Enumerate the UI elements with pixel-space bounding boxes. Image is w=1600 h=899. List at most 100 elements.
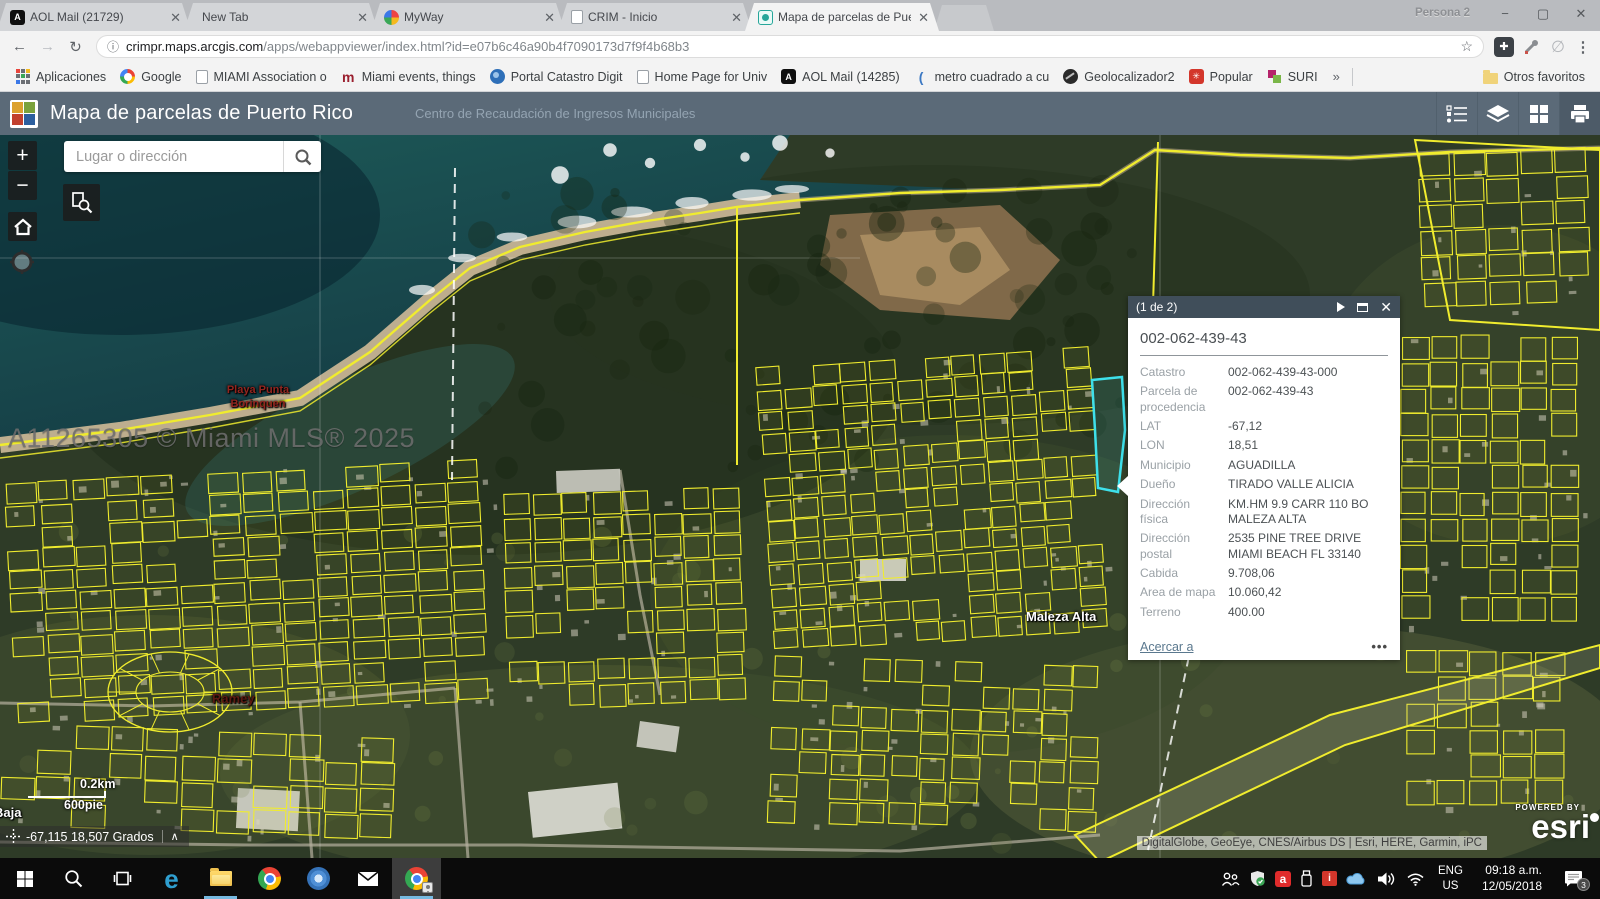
bookmark-label: Aplicaciones: [36, 70, 106, 84]
people-icon[interactable]: [1221, 871, 1240, 887]
parcel-popup: (1 de 2) ✕ 002-062-439-43 Catastro002-06…: [1128, 296, 1400, 660]
browser-tab[interactable]: MyWay✕: [371, 3, 565, 31]
new-tab-button[interactable]: [934, 5, 994, 31]
edge-button[interactable]: e: [147, 858, 196, 899]
locate-button[interactable]: [9, 249, 35, 275]
bookmark-item[interactable]: ✳Popular: [1182, 66, 1260, 87]
zoom-out-button[interactable]: −: [8, 171, 37, 200]
bookmark-label: AOL Mail (14285): [802, 70, 900, 84]
map-canvas[interactable]: + − A11265305 © Miami MLS® 2025 Playa Pu…: [0, 135, 1600, 858]
bookmark-item[interactable]: Google: [113, 66, 188, 87]
search-button[interactable]: [283, 141, 321, 172]
windows-icon: [16, 870, 34, 888]
bookmark-item[interactable]: SURI: [1260, 66, 1325, 87]
usb-device-icon[interactable]: [1300, 870, 1313, 888]
popup-more-icon[interactable]: •••: [1371, 639, 1388, 654]
taskbar-clock[interactable]: 09:18 a.m. 12/05/2018: [1476, 863, 1548, 894]
popup-field-label: LAT: [1140, 419, 1228, 434]
myway-icon: [384, 10, 399, 25]
layers-button[interactable]: [1477, 92, 1518, 135]
print-button[interactable]: [1559, 92, 1600, 135]
page-icon: [637, 70, 649, 84]
start-button[interactable]: [0, 858, 49, 899]
chrome-button[interactable]: [245, 858, 294, 899]
avira-icon[interactable]: a: [1275, 871, 1291, 887]
search-input[interactable]: [64, 149, 283, 165]
onedrive-cloud-icon[interactable]: [1346, 871, 1368, 886]
bookmarks-bar: Aplicaciones GoogleMIAMI Association omMi…: [0, 62, 1600, 92]
bookmark-item[interactable]: Home Page for Univ: [630, 67, 775, 87]
app-header: Mapa de parcelas de Puerto Rico Centro d…: [0, 92, 1600, 135]
bookmark-item[interactable]: Portal Catastro Digit: [483, 66, 630, 87]
action-center-button[interactable]: 3: [1557, 870, 1590, 887]
extension-icon-dark[interactable]: ✚: [1492, 35, 1516, 59]
tab-close-icon[interactable]: ✕: [542, 11, 557, 24]
close-button[interactable]: ✕: [1562, 0, 1600, 27]
defender-icon[interactable]: [1249, 870, 1266, 887]
zoom-to-link[interactable]: Acercar a: [1140, 640, 1194, 654]
coordinates-chevron-icon[interactable]: ∧: [162, 830, 187, 843]
task-view-button[interactable]: [98, 858, 147, 899]
legend-button[interactable]: [1436, 92, 1477, 135]
bookmark-item[interactable]: (metro cuadrado a cu: [907, 66, 1057, 87]
popup-next-icon[interactable]: [1337, 302, 1345, 312]
m-icon: m: [341, 69, 356, 84]
bookmark-item[interactable]: Geolocalizador2: [1056, 66, 1181, 87]
browser-tab[interactable]: New Tab✕: [184, 3, 378, 31]
installer-icon[interactable]: i: [1322, 871, 1337, 886]
basemap-gallery-button[interactable]: [1518, 92, 1559, 135]
red-badge-icon: ✳: [1189, 69, 1204, 84]
bookmark-star-icon[interactable]: ☆: [1460, 38, 1473, 55]
browser-tab[interactable]: CRIM - Inicio✕: [558, 3, 752, 31]
mail-icon: [357, 871, 379, 887]
url-path: /apps/webappviewer/index.html?id=e07b6c4…: [263, 39, 1454, 54]
browser-tab[interactable]: Mapa de parcelas de Pue✕: [745, 3, 939, 31]
mail-button[interactable]: [343, 858, 392, 899]
address-bar[interactable]: ⓘ crimpr.maps.arcgis.com /apps/webappvie…: [96, 35, 1484, 58]
popup-maximize-icon[interactable]: [1357, 303, 1368, 312]
minimize-button[interactable]: −: [1486, 0, 1524, 27]
home-extent-button[interactable]: [8, 212, 37, 241]
language-indicator[interactable]: ENG US: [1434, 864, 1467, 893]
tab-close-icon[interactable]: ✕: [729, 11, 744, 24]
extension-icon-disabled[interactable]: ∅: [1546, 35, 1570, 59]
popup-field-value: AGUADILLA: [1228, 458, 1388, 473]
bookmark-item[interactable]: AAOL Mail (14285): [774, 66, 907, 87]
wifi-icon[interactable]: [1406, 871, 1425, 886]
volume-icon[interactable]: [1377, 871, 1397, 887]
popup-close-icon[interactable]: ✕: [1380, 300, 1392, 314]
browser-tab[interactable]: AAOL Mail (21729)✕: [0, 3, 191, 31]
file-explorer-button[interactable]: [196, 858, 245, 899]
chromium-button[interactable]: [294, 858, 343, 899]
maximize-button[interactable]: ▢: [1524, 0, 1562, 27]
zoom-in-button[interactable]: +: [8, 141, 37, 170]
forward-button[interactable]: →: [35, 34, 60, 59]
popup-divider: [1140, 355, 1388, 356]
edge-icon: e: [164, 866, 178, 892]
query-tool-button[interactable]: [63, 184, 100, 221]
extension-icon-satellite[interactable]: [1519, 35, 1543, 59]
tab-close-icon[interactable]: ✕: [168, 11, 183, 24]
browser-menu-icon[interactable]: ⋮: [1573, 38, 1593, 56]
tab-close-icon[interactable]: ✕: [355, 11, 370, 24]
reload-button[interactable]: ↻: [63, 34, 88, 59]
page-info-icon[interactable]: ⓘ: [107, 38, 119, 55]
chrome-profile-button[interactable]: [392, 858, 441, 899]
map-search: [64, 141, 321, 172]
tab-title: AOL Mail (21729): [30, 10, 163, 24]
back-button[interactable]: ←: [7, 34, 32, 59]
bookmark-item[interactable]: Aplicaciones: [8, 66, 113, 87]
taskbar-search-button[interactable]: [49, 858, 98, 899]
crosshair-icon[interactable]: [2, 829, 24, 844]
popup-field-row: Catastro002-062-439-43-000: [1140, 365, 1388, 380]
dark-globe-icon: [1063, 69, 1078, 84]
bookmark-item[interactable]: MIAMI Association o: [189, 67, 334, 87]
profile-name[interactable]: Persona 2: [1415, 7, 1470, 19]
bookmark-item[interactable]: mMiami events, things: [334, 66, 483, 87]
popup-field-value: TIRADO VALLE ALICIA: [1228, 477, 1388, 492]
bookmarks-overflow-chevron[interactable]: »: [1325, 69, 1348, 84]
popup-field-label: Catastro: [1140, 365, 1228, 380]
popup-field-row: Parcela de procedencia002-062-439-43: [1140, 384, 1388, 415]
tab-close-icon[interactable]: ✕: [916, 11, 931, 24]
other-bookmarks[interactable]: Otros favoritos: [1476, 67, 1592, 87]
